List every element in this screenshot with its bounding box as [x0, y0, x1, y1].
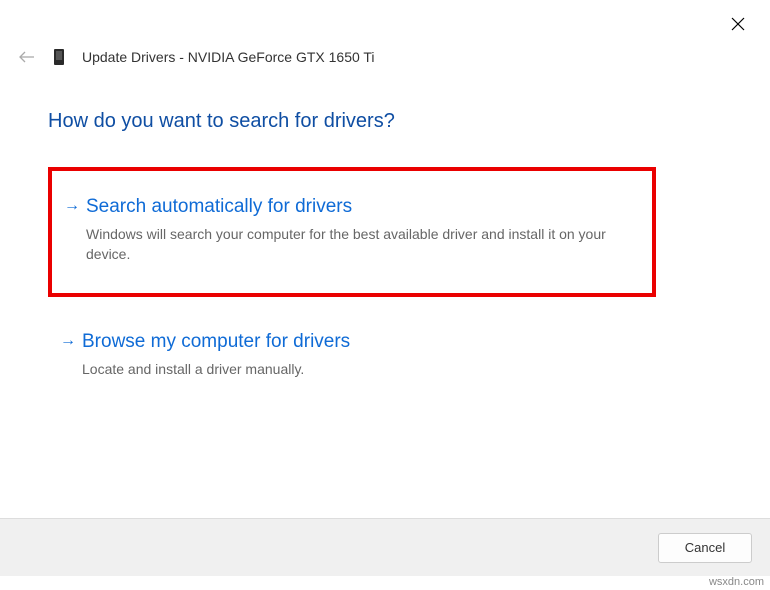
option-title: Search automatically for drivers — [86, 195, 628, 220]
cancel-button[interactable]: Cancel — [658, 533, 752, 563]
watermark: wsxdn.com — [709, 576, 764, 588]
option-title: Browse my computer for drivers — [82, 330, 628, 355]
device-icon — [52, 48, 66, 66]
option-description: Windows will search your computer for th… — [86, 224, 628, 265]
option-browse-computer[interactable]: → Browse my computer for drivers Locate … — [52, 320, 652, 399]
back-arrow-icon — [19, 51, 35, 63]
page-heading: How do you want to search for drivers? — [48, 110, 395, 133]
option-description: Locate and install a driver manually. — [82, 359, 628, 379]
dialog-title: Update Drivers - NVIDIA GeForce GTX 1650… — [82, 49, 375, 65]
back-button[interactable] — [18, 48, 36, 66]
arrow-right-icon: → — [64, 197, 80, 215]
dialog-footer: Cancel — [0, 518, 770, 576]
close-button[interactable] — [728, 14, 748, 34]
dialog-header: Update Drivers - NVIDIA GeForce GTX 1650… — [18, 48, 375, 66]
close-icon — [731, 17, 745, 31]
option-search-automatically[interactable]: → Search automatically for drivers Windo… — [48, 167, 656, 297]
arrow-right-icon: → — [60, 332, 76, 350]
